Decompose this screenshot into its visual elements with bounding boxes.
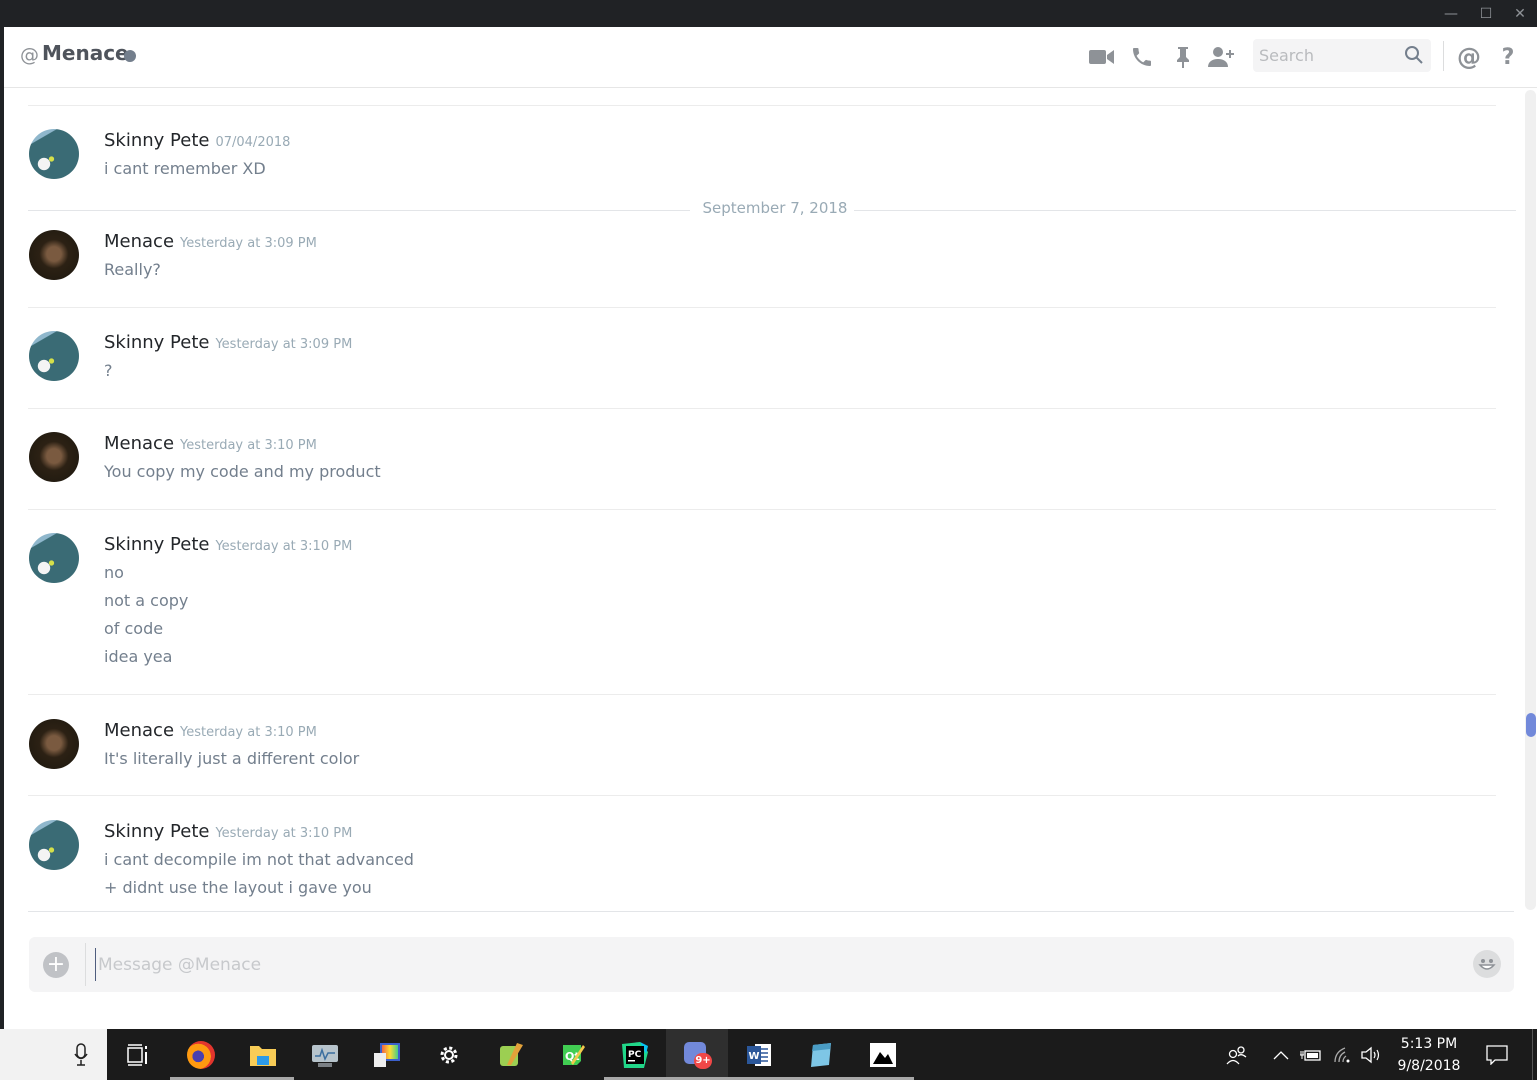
pin-icon[interactable] bbox=[1169, 43, 1197, 71]
wifi-icon[interactable] bbox=[1330, 1029, 1356, 1080]
avatar[interactable] bbox=[29, 230, 79, 280]
notepad-icon[interactable] bbox=[790, 1029, 852, 1080]
message-text: + didnt use the layout i gave you bbox=[104, 878, 372, 897]
discord-icon[interactable]: 9+ bbox=[666, 1029, 728, 1080]
notification-badge: 9+ bbox=[694, 1052, 712, 1069]
windows-taskbar: Qt PC 9+ W 5:13 PM 9/8/2018 bbox=[0, 1029, 1537, 1080]
channel-header: @ Menace @ ? bbox=[4, 27, 1537, 88]
timestamp: 07/04/2018 bbox=[215, 135, 291, 150]
timestamp: Yesterday at 3:10 PM bbox=[180, 725, 317, 740]
battery-icon[interactable] bbox=[1298, 1029, 1324, 1080]
timestamp: Yesterday at 3:10 PM bbox=[215, 826, 353, 841]
qt-creator-icon[interactable]: Qt bbox=[542, 1029, 604, 1080]
author-name[interactable]: Skinny Pete bbox=[104, 821, 209, 842]
emoji-picker-icon[interactable] bbox=[1473, 950, 1501, 978]
word-icon[interactable]: W bbox=[728, 1029, 790, 1080]
volume-icon[interactable] bbox=[1358, 1029, 1384, 1080]
at-icon: @ bbox=[20, 44, 39, 66]
notepad-plus-plus-icon[interactable] bbox=[480, 1029, 542, 1080]
message-text: not a copy bbox=[104, 591, 189, 610]
avatar[interactable] bbox=[29, 331, 79, 381]
author-name[interactable]: Menace bbox=[104, 433, 174, 454]
timestamp: Yesterday at 3:10 PM bbox=[215, 539, 353, 554]
minimize-button[interactable]: — bbox=[1434, 0, 1468, 27]
clock-date: 9/8/2018 bbox=[1397, 1058, 1461, 1074]
search-input[interactable] bbox=[1259, 39, 1399, 72]
status-indicator bbox=[124, 50, 136, 62]
firefox-icon[interactable] bbox=[170, 1029, 232, 1080]
message-text: It's literally just a different color bbox=[104, 749, 360, 768]
resource-monitor-icon[interactable] bbox=[294, 1029, 356, 1080]
channel-title: Menace bbox=[42, 41, 129, 65]
message-text: You copy my code and my product bbox=[104, 462, 381, 481]
message-text: no bbox=[104, 563, 124, 582]
maximize-button[interactable]: ☐ bbox=[1469, 0, 1503, 27]
control-panel-icon[interactable] bbox=[356, 1029, 418, 1080]
divider bbox=[28, 795, 1496, 796]
author-name[interactable]: Skinny Pete bbox=[104, 332, 209, 353]
author-name[interactable]: Menace bbox=[104, 720, 174, 741]
avatar[interactable] bbox=[29, 533, 79, 583]
scrollbar-thumb[interactable] bbox=[1526, 713, 1536, 737]
upload-plus-icon[interactable]: + bbox=[43, 952, 69, 978]
message-input[interactable] bbox=[95, 948, 1455, 981]
svg-text:PC: PC bbox=[628, 1050, 642, 1060]
search-icon[interactable] bbox=[1404, 45, 1424, 69]
author-name[interactable]: Skinny Pete bbox=[104, 534, 209, 555]
message-text: idea yea bbox=[104, 647, 173, 666]
search-box[interactable] bbox=[1253, 39, 1431, 72]
show-hidden-icons-chevron[interactable] bbox=[1268, 1029, 1294, 1080]
author-name[interactable]: Skinny Pete bbox=[104, 130, 209, 151]
show-desktop-button[interactable] bbox=[1532, 1029, 1533, 1080]
timestamp: Yesterday at 3:09 PM bbox=[180, 236, 317, 251]
message-text: Really? bbox=[104, 260, 161, 279]
header-divider bbox=[1443, 41, 1444, 71]
help-icon[interactable]: ? bbox=[1494, 43, 1522, 71]
avatar[interactable] bbox=[29, 129, 79, 179]
divider bbox=[28, 307, 1496, 308]
divider bbox=[28, 408, 1496, 409]
timestamp: Yesterday at 3:09 PM bbox=[215, 337, 353, 352]
taskbar-clock[interactable]: 5:13 PM 9/8/2018 bbox=[1388, 1033, 1470, 1077]
voice-call-icon[interactable] bbox=[1128, 43, 1156, 71]
avatar[interactable] bbox=[29, 820, 79, 870]
action-center-icon[interactable] bbox=[1482, 1029, 1512, 1080]
author-name[interactable]: Menace bbox=[104, 231, 174, 252]
message-text: of code bbox=[104, 619, 164, 638]
microphone-icon[interactable] bbox=[74, 1043, 88, 1071]
divider bbox=[28, 105, 1496, 106]
window-titlebar: — ☐ ✕ bbox=[0, 0, 1537, 27]
message-text: i cant remember XD bbox=[104, 159, 266, 178]
message-text: i cant decompile im not that advanced bbox=[104, 850, 414, 869]
message-composer: + bbox=[29, 937, 1514, 992]
task-view-icon[interactable] bbox=[107, 1029, 169, 1080]
svg-text:W: W bbox=[749, 1051, 760, 1062]
scrollbar-track[interactable] bbox=[1525, 90, 1536, 910]
add-friend-icon[interactable] bbox=[1208, 43, 1236, 71]
close-button[interactable]: ✕ bbox=[1503, 0, 1537, 27]
avatar[interactable] bbox=[29, 432, 79, 482]
avatar[interactable] bbox=[29, 719, 79, 769]
timestamp: Yesterday at 3:10 PM bbox=[180, 438, 317, 453]
message-list: Skinny Pete 07/04/2018 i cant remember XD… bbox=[4, 88, 1524, 911]
mentions-icon[interactable]: @ bbox=[1455, 43, 1483, 71]
photos-icon[interactable] bbox=[852, 1029, 914, 1080]
discord-dm-window: @ Menace @ ? Skinny Pete07/04/20 bbox=[4, 27, 1537, 1029]
divider bbox=[28, 694, 1496, 695]
video-call-icon[interactable] bbox=[1088, 43, 1116, 71]
composer-separator bbox=[85, 943, 86, 986]
settings-gear-icon[interactable] bbox=[418, 1029, 480, 1080]
people-icon[interactable] bbox=[1222, 1029, 1252, 1080]
divider bbox=[28, 509, 1496, 510]
composer-divider bbox=[28, 911, 1514, 912]
message-text: ? bbox=[104, 361, 113, 380]
taskbar-search[interactable] bbox=[0, 1029, 107, 1080]
file-explorer-icon[interactable] bbox=[232, 1029, 294, 1080]
clock-time: 5:13 PM bbox=[1400, 1036, 1458, 1052]
date-divider: September 7, 2018 bbox=[28, 199, 1516, 217]
pycharm-icon[interactable]: PC bbox=[604, 1029, 666, 1080]
date-divider-label: September 7, 2018 bbox=[702, 199, 848, 217]
